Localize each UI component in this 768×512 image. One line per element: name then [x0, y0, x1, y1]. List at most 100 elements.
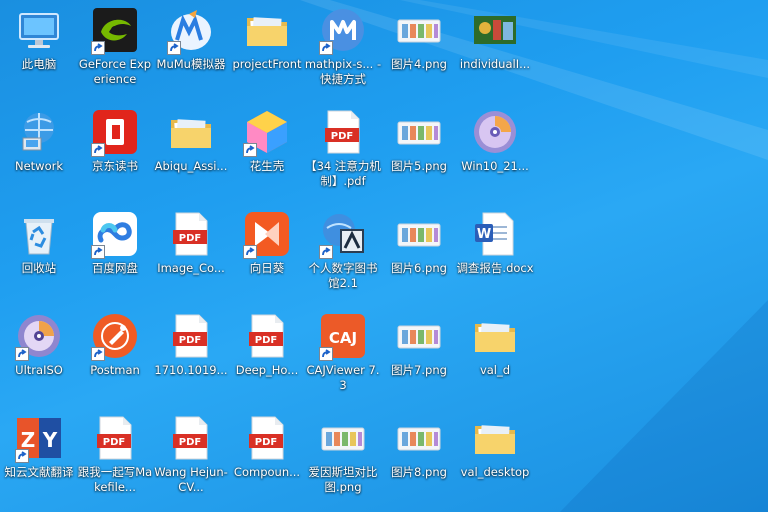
pdf-icon: PDF	[167, 210, 215, 258]
desktop-icon-label: 百度网盘	[92, 261, 138, 275]
desktop-icon-folder[interactable]: val_d	[456, 306, 534, 406]
desktop-icon-label: 个人数字图书馆2.1	[308, 261, 378, 290]
desktop-icon-label: projectFront	[232, 57, 302, 71]
desktop-icon-pdf[interactable]: PDF Wang Hejun-CV...	[152, 408, 230, 508]
geforce-experience-icon	[91, 6, 139, 55]
desktop-icon-pdf[interactable]: PDF 【34 注意力机制】.pdf	[304, 102, 382, 202]
desktop-icon-disc-image[interactable]: Win10_21...	[456, 102, 534, 202]
desktop-icon-image-file[interactable]: 图片5.png	[380, 102, 458, 202]
desktop-icon-recycle-bin[interactable]: 回收站	[0, 204, 78, 304]
desktop-icon-label: 调查报告.docx	[456, 261, 534, 275]
desktop-icon-folder[interactable]: Abiqu_Assi...	[152, 102, 230, 202]
shortcut-arrow-icon	[319, 244, 333, 259]
desktop-icon-photo-file[interactable]: individualI...	[456, 0, 534, 100]
recycle-bin-icon	[15, 210, 63, 258]
network-icon	[15, 108, 63, 156]
shortcut-arrow-icon	[91, 244, 105, 259]
desktop-icon-label: CAJViewer 7.3	[306, 363, 380, 392]
desktop-icon-mumu-emulator[interactable]: MuMu模拟器	[152, 0, 230, 100]
svg-text:PDF: PDF	[331, 131, 353, 142]
desktop-icon-label: 京东读书	[92, 159, 138, 173]
desktop-icon-baidu-netdisk[interactable]: 百度网盘	[76, 204, 154, 304]
desktop-icon-label: 图片6.png	[391, 261, 447, 275]
desktop-icon-pdf[interactable]: PDF Deep_Ho...	[228, 306, 306, 406]
mathpix-icon	[319, 6, 367, 55]
desktop-icon-label: UltraISO	[15, 363, 63, 377]
desktop-icon-image-file[interactable]: 图片4.png	[380, 0, 458, 100]
pdf-icon: PDF	[167, 414, 215, 462]
zhiyun-translate-icon: ZY	[15, 414, 63, 463]
desktop-icon-pdf[interactable]: PDF 1710.1019...	[152, 306, 230, 406]
desktop-icon-label: Wang Hejun-CV...	[154, 465, 228, 494]
baidu-netdisk-icon	[91, 210, 139, 259]
image-file-icon	[395, 312, 443, 360]
postman-icon	[91, 312, 139, 361]
desktop-icon-label: MuMu模拟器	[156, 57, 226, 71]
folder-icon	[471, 414, 519, 462]
desktop-icon-label: 爱因斯坦对比图.png	[308, 465, 378, 494]
desktop-icon-label: val_d	[479, 363, 511, 377]
desktop-icon-label: 此电脑	[21, 57, 57, 71]
desktop-icon-ultraiso[interactable]: UltraISO	[0, 306, 78, 406]
desktop[interactable]: 此电脑 GeForce Experience MuMu模拟器 projectFront…	[0, 0, 768, 512]
desktop-icon-label: 图片5.png	[391, 159, 447, 173]
cajviewer-icon: CAJ	[319, 312, 367, 361]
shortcut-arrow-icon	[319, 40, 333, 55]
desktop-icon-sunlogin[interactable]: 向日葵	[228, 204, 306, 304]
svg-text:PDF: PDF	[179, 233, 201, 244]
desktop-icon-pdf[interactable]: PDF 跟我一起写Makefile...	[76, 408, 154, 508]
shortcut-arrow-icon	[319, 346, 333, 361]
jd-reader-icon	[91, 108, 139, 157]
desktop-icon-cajviewer[interactable]: CAJ CAJViewer 7.3	[304, 306, 382, 406]
desktop-icon-image-file[interactable]: 图片7.png	[380, 306, 458, 406]
desktop-icon-network[interactable]: Network	[0, 102, 78, 202]
svg-text:W: W	[477, 227, 491, 242]
svg-text:PDF: PDF	[179, 437, 201, 448]
desktop-icon-pdf[interactable]: PDF Compoun...	[228, 408, 306, 508]
desktop-icon-label: 图片7.png	[391, 363, 447, 377]
desktop-icon-this-pc[interactable]: 此电脑	[0, 0, 78, 100]
disc-image-icon	[471, 108, 519, 156]
desktop-icon-digital-library[interactable]: 个人数字图书馆2.1	[304, 204, 382, 304]
shortcut-arrow-icon	[91, 40, 105, 55]
desktop-icon-geforce-experience[interactable]: GeForce Experience	[76, 0, 154, 100]
shortcut-arrow-icon	[15, 346, 29, 361]
peanut-shell-icon	[243, 108, 291, 157]
image-file-icon	[395, 6, 443, 54]
desktop-icon-label: Network	[14, 159, 64, 173]
svg-text:PDF: PDF	[255, 437, 277, 448]
svg-text:Y: Y	[42, 428, 58, 452]
pdf-icon: PDF	[243, 414, 291, 462]
this-pc-icon	[15, 6, 63, 54]
word-doc-icon: W	[471, 210, 519, 258]
shortcut-arrow-icon	[15, 448, 29, 463]
desktop-icon-zhiyun-translate[interactable]: Z Y 知云文献翻译	[0, 408, 78, 508]
image-file-icon	[395, 108, 443, 156]
desktop-icon-label: Deep_Ho...	[235, 363, 299, 377]
mumu-emulator-icon	[167, 6, 215, 55]
desktop-icon-folder[interactable]: val_desktop	[456, 408, 534, 508]
desktop-icon-jd-reader[interactable]: 京东读书	[76, 102, 154, 202]
shortcut-arrow-icon	[167, 40, 181, 55]
desktop-icon-word-doc[interactable]: W 调查报告.docx	[456, 204, 534, 304]
desktop-icon-label: 跟我一起写Makefile...	[77, 465, 153, 494]
desktop-icon-folder[interactable]: projectFront	[228, 0, 306, 100]
desktop-icon-peanut-shell[interactable]: 花生壳	[228, 102, 306, 202]
shortcut-arrow-icon	[243, 142, 257, 157]
svg-text:CAJ: CAJ	[329, 329, 357, 347]
image-file-icon	[395, 414, 443, 462]
desktop-icon-label: Abiqu_Assi...	[154, 159, 228, 173]
desktop-icon-postman[interactable]: Postman	[76, 306, 154, 406]
desktop-icon-image-file[interactable]: 爱因斯坦对比图.png	[304, 408, 382, 508]
desktop-icon-mathpix[interactable]: mathpix-s... - 快捷方式	[304, 0, 382, 100]
desktop-icon-label: mathpix-s... - 快捷方式	[304, 57, 382, 86]
folder-icon	[243, 6, 291, 54]
desktop-icon-pdf[interactable]: PDF Image_Co...	[152, 204, 230, 304]
desktop-icon-image-file[interactable]: 图片6.png	[380, 204, 458, 304]
desktop-icon-image-file[interactable]: 图片8.png	[380, 408, 458, 508]
desktop-icon-label: Win10_21...	[461, 159, 529, 173]
folder-icon	[471, 312, 519, 360]
svg-text:PDF: PDF	[103, 437, 125, 448]
desktop-icon-label: 回收站	[21, 261, 57, 275]
desktop-icon-label: 知云文献翻译	[4, 465, 74, 479]
